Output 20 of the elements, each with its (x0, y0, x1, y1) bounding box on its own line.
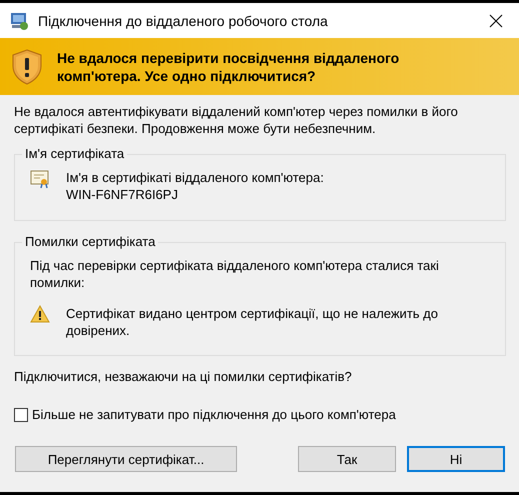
dialog-button[interactable]: Ні (407, 446, 505, 472)
shield-warning-icon (12, 48, 42, 84)
error-message: Сертифікат видано центром сертифікації, що не належить до довірених. (66, 305, 439, 339)
warning-message: Не вдалося перевірити посвідчення віддаленого комп'ютера. Усе одно підключитися? (57, 48, 400, 84)
errors-intro: Під час перевірки сертифіката віддаленого комп'ютера сталися такі помилки: (30, 257, 440, 291)
window-title: Підключення до віддаленого робочого стола (38, 12, 329, 28)
dialog-button[interactable]: Так (298, 446, 396, 472)
certificate-icon (30, 169, 50, 189)
group-title: Помилки сертифіката (22, 234, 158, 250)
certificate-label: Ім'я в сертифікаті віддаленого комп'ютера: (66, 169, 324, 186)
certificate-name: WIN-F6NF7R6I6PJ (66, 186, 179, 203)
computer-icon (10, 12, 30, 30)
view-certificate-button[interactable]: Переглянути сертифікат... (15, 446, 237, 472)
close-icon (489, 14, 503, 28)
checkbox[interactable] (14, 408, 28, 422)
intro-text: Не вдалося автентифікувати віддалений комп'ютер через помилки в його сертифікаті безпеки. Продовження може бути небезпечним. (14, 103, 459, 137)
question-text: Підключитися, незважаючи на ці помилки сертифікатів? (14, 369, 353, 384)
warning-icon (30, 305, 50, 323)
group-title: Ім'я сертифіката (22, 146, 128, 162)
checkbox-label[interactable]: Більше не запитувати про підключення до цього комп'ютера (32, 407, 396, 422)
